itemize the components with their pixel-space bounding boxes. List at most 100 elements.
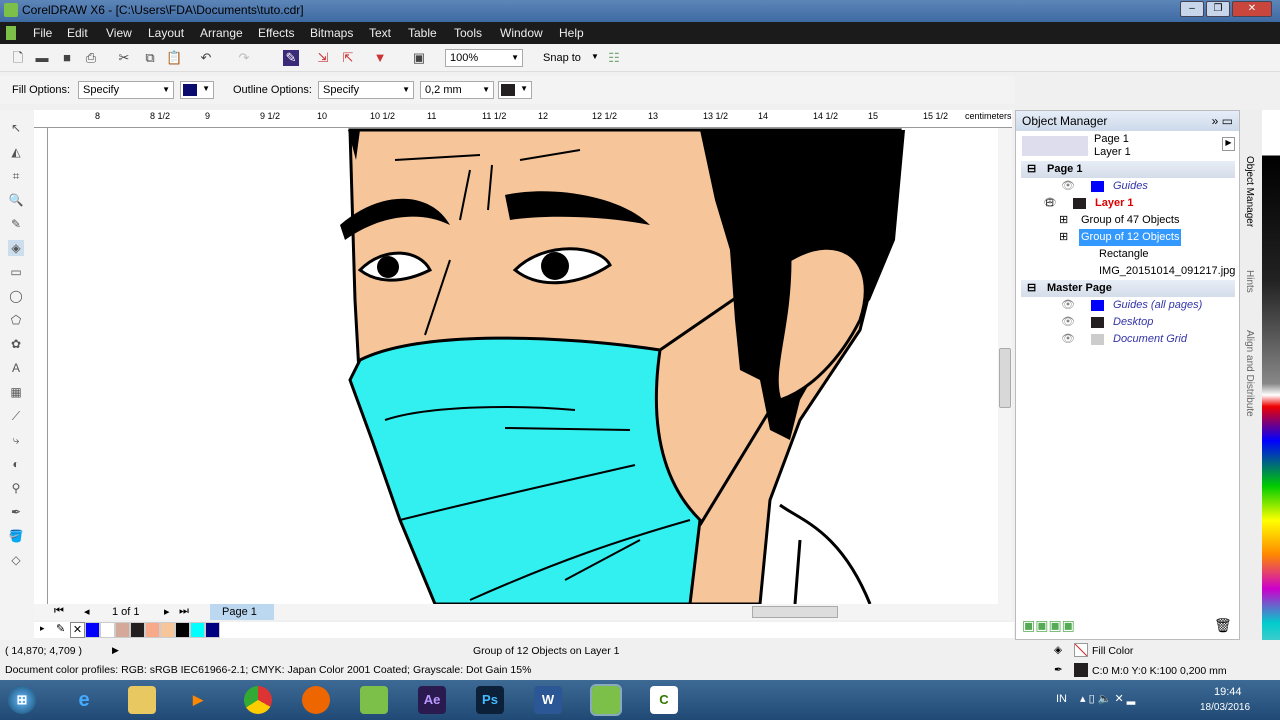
taskbar-camtasia-icon[interactable]: C bbox=[650, 686, 678, 714]
palette-swatch[interactable] bbox=[100, 622, 115, 638]
menu-effects[interactable]: Effects bbox=[258, 22, 294, 44]
vertical-scroll-thumb[interactable] bbox=[999, 348, 1011, 408]
fill-options-dropdown[interactable]: Specify ▼ bbox=[78, 81, 174, 99]
open-icon[interactable]: ▬ bbox=[34, 50, 50, 66]
fill-tool-icon[interactable]: 🪣 bbox=[8, 528, 24, 544]
tree-item[interactable]: IMG_20151014_091217.jpg bbox=[1021, 263, 1235, 280]
start-button[interactable]: ⊞ bbox=[8, 686, 36, 714]
eyedropper-icon[interactable]: ✎ bbox=[56, 622, 65, 635]
visibility-icon[interactable]: 👁 bbox=[1061, 178, 1075, 195]
clock-time[interactable]: 19:44 bbox=[1214, 686, 1242, 698]
tab-hints[interactable]: Hints bbox=[1244, 270, 1255, 293]
vertical-ruler[interactable] bbox=[34, 128, 48, 604]
menu-table[interactable]: Table bbox=[408, 22, 437, 44]
menu-help[interactable]: Help bbox=[559, 22, 584, 44]
page-tab[interactable]: Page 1 bbox=[210, 604, 274, 620]
crop-tool-icon[interactable]: ⌗ bbox=[8, 168, 24, 184]
horizontal-ruler[interactable]: 8 8 1/2 9 9 1/2 10 10 1/2 11 11 1/2 12 12 1/2 13 13… bbox=[34, 110, 1012, 128]
outline-width-dropdown[interactable]: 0,2 mm ▼ bbox=[420, 81, 494, 99]
outline-color-picker[interactable]: ▼ bbox=[498, 81, 532, 99]
expand-icon[interactable]: ⊞ bbox=[1059, 229, 1068, 246]
undo-icon[interactable]: ↶ bbox=[198, 50, 214, 66]
taskbar-aftereffects-icon[interactable]: Ae bbox=[418, 686, 446, 714]
new-layer-icons[interactable]: ▣▣▣▣ bbox=[1022, 617, 1075, 634]
menu-layout[interactable]: Layout bbox=[148, 22, 184, 44]
menu-bitmaps[interactable]: Bitmaps bbox=[310, 22, 353, 44]
first-page-icon[interactable]: ⏮ bbox=[54, 605, 64, 618]
tab-align-distribute[interactable]: Align and Distribute bbox=[1244, 330, 1255, 417]
tree-item[interactable]: 👁 Desktop bbox=[1021, 314, 1235, 331]
language-indicator[interactable]: IN bbox=[1056, 693, 1067, 705]
taskbar-coreldraw-active-icon[interactable] bbox=[590, 684, 622, 716]
color-profiles[interactable]: Document color profiles: RGB: sRGB IEC61… bbox=[5, 664, 531, 676]
tree-item[interactable]: 👁 Document Grid bbox=[1021, 331, 1235, 348]
polygon-tool-icon[interactable]: ⬠ bbox=[8, 312, 24, 328]
tree-section[interactable]: ⊟ Page 1 bbox=[1021, 161, 1235, 178]
cut-icon[interactable]: ✂ bbox=[116, 50, 132, 66]
fill-color-picker[interactable]: ▼ bbox=[180, 81, 214, 99]
visibility-icon[interactable]: 👁 bbox=[1061, 331, 1075, 348]
menu-view[interactable]: View bbox=[106, 22, 132, 44]
clock-date[interactable]: 18/03/2016 bbox=[1200, 702, 1250, 713]
palette-swatch[interactable] bbox=[205, 622, 220, 638]
tab-object-manager[interactable]: Object Manager bbox=[1244, 156, 1255, 227]
tree-item[interactable]: ⊞ Group of 47 Objects bbox=[1021, 212, 1235, 229]
eyedropper-tool-icon[interactable]: ⚲ bbox=[8, 480, 24, 496]
palette-swatch[interactable] bbox=[145, 622, 160, 638]
outline-swatch[interactable] bbox=[1074, 663, 1088, 677]
new-icon[interactable]: 🗋 bbox=[10, 50, 26, 66]
taskbar-coreldraw-icon[interactable] bbox=[360, 686, 388, 714]
menu-arrange[interactable]: Arrange bbox=[200, 22, 243, 44]
vertical-scrollbar[interactable] bbox=[998, 128, 1012, 604]
redo-icon[interactable]: ↷ bbox=[236, 50, 252, 66]
basic-shapes-tool-icon[interactable]: ✿ bbox=[8, 336, 24, 352]
palette-swatch[interactable] bbox=[160, 622, 175, 638]
pick-tool-icon[interactable]: ↖ bbox=[8, 120, 24, 136]
object-manager-menu-icon[interactable]: ▶ bbox=[1222, 137, 1235, 151]
maximize-button[interactable]: ❐ bbox=[1206, 1, 1230, 17]
horizontal-scroll-thumb[interactable] bbox=[752, 606, 838, 618]
tree-item[interactable]: ⊟ 👁 Layer 1 bbox=[1021, 195, 1235, 212]
palette-swatch[interactable] bbox=[190, 622, 205, 638]
next-page-icon[interactable]: ▸ bbox=[164, 605, 170, 618]
layer-view-buttons[interactable] bbox=[1022, 136, 1088, 156]
no-color-swatch[interactable]: ✕ bbox=[70, 622, 85, 638]
color-palette[interactable] bbox=[1262, 110, 1280, 680]
rectangle-tool-icon[interactable]: ▭ bbox=[8, 264, 24, 280]
export-icon[interactable]: ⇱ bbox=[340, 50, 356, 66]
tree-item[interactable]: 👁 Guides bbox=[1021, 178, 1235, 195]
palette-menu-icon[interactable]: ▸ bbox=[40, 623, 45, 634]
smart-fill-tool-icon[interactable]: ◈ bbox=[8, 240, 24, 256]
zoom-tool-icon[interactable]: 🔍 bbox=[8, 192, 24, 208]
tree-item[interactable]: Rectangle bbox=[1021, 246, 1235, 263]
menu-file[interactable]: File bbox=[33, 22, 52, 44]
palette-swatch[interactable] bbox=[85, 622, 100, 638]
taskbar-ie-icon[interactable]: e bbox=[70, 686, 98, 714]
drawing-canvas[interactable] bbox=[48, 128, 998, 604]
collapse-icon[interactable]: ⊟ bbox=[1027, 161, 1036, 178]
outline-tool-icon[interactable]: ✒ bbox=[8, 504, 24, 520]
snap-to-dropdown[interactable]: Snap to bbox=[543, 52, 581, 64]
taskbar-explorer-icon[interactable] bbox=[128, 686, 156, 714]
welcome-screen-icon[interactable]: ▣ bbox=[411, 50, 427, 66]
fill-none-swatch[interactable] bbox=[1074, 643, 1088, 657]
panel-expand-icon[interactable]: » ▭ bbox=[1212, 111, 1233, 131]
application-launcher-icon[interactable]: ▼ bbox=[372, 50, 388, 66]
tree-section[interactable]: ⊟ Master Page bbox=[1021, 280, 1235, 297]
collapse-icon[interactable]: ⊟ bbox=[1027, 280, 1036, 297]
taskbar-firefox-icon[interactable] bbox=[302, 686, 330, 714]
minimize-button[interactable]: – bbox=[1180, 1, 1204, 17]
table-tool-icon[interactable]: ▦ bbox=[8, 384, 24, 400]
expand-icon[interactable]: ⊞ bbox=[1059, 212, 1068, 229]
ellipse-tool-icon[interactable]: ◯ bbox=[8, 288, 24, 304]
taskbar-word-icon[interactable]: W bbox=[534, 686, 562, 714]
visibility-icon[interactable]: 👁 bbox=[1061, 314, 1075, 331]
menu-text[interactable]: Text bbox=[369, 22, 391, 44]
search-content-icon[interactable]: ✎ bbox=[283, 50, 299, 66]
menu-tools[interactable]: Tools bbox=[454, 22, 482, 44]
dimension-tool-icon[interactable]: ⟋ bbox=[8, 408, 24, 424]
import-icon[interactable]: ⇲ bbox=[315, 50, 331, 66]
zoom-levels-dropdown[interactable]: 100% ▼ bbox=[445, 49, 523, 67]
paste-icon[interactable]: 📋 bbox=[166, 50, 182, 66]
tree-item[interactable]: 👁 Guides (all pages) bbox=[1021, 297, 1235, 314]
